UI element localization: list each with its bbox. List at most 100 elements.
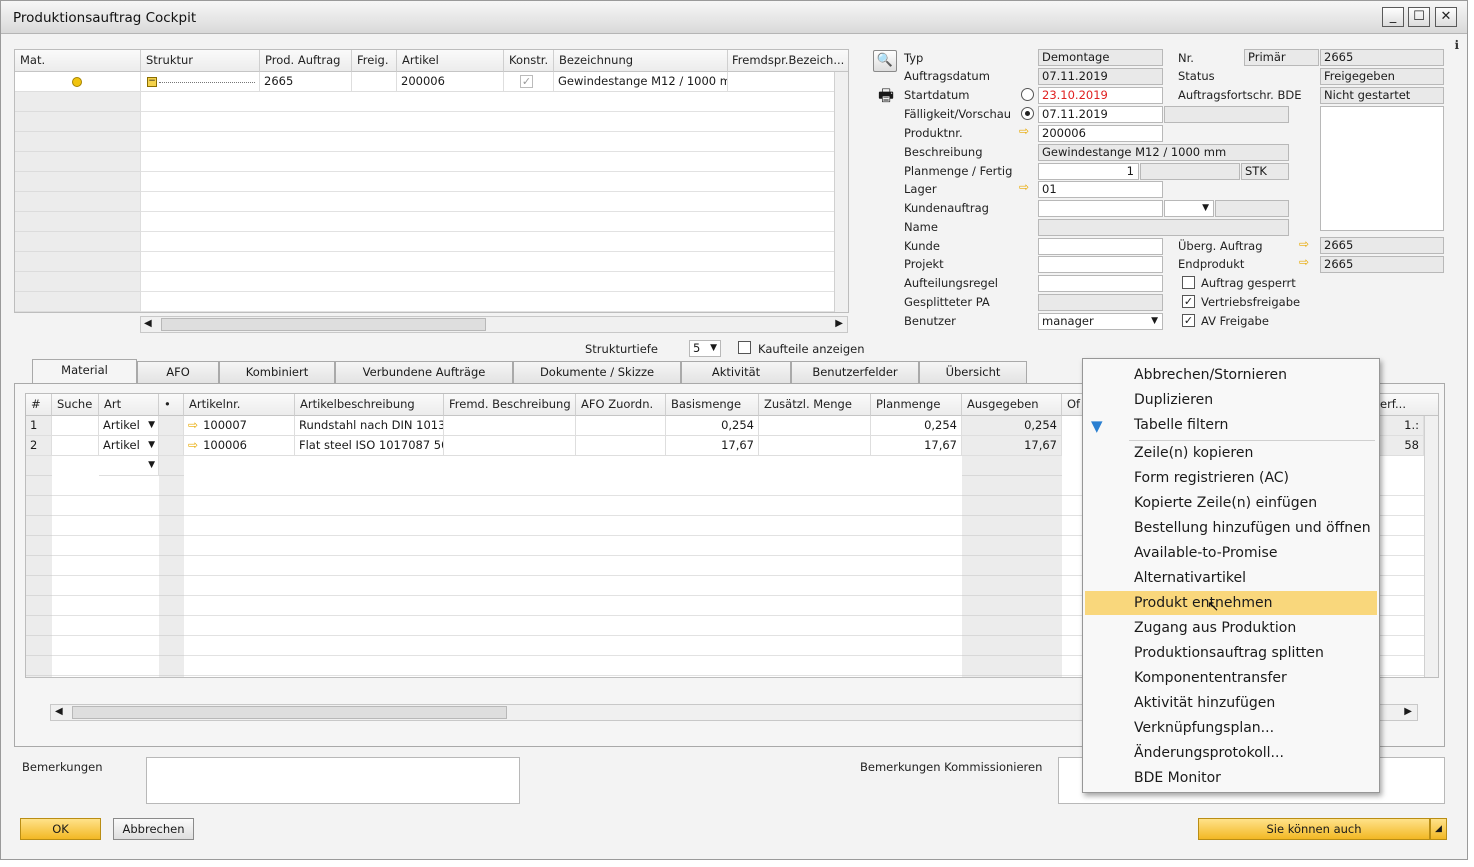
col-erf[interactable]: erf... <box>1378 394 1438 416</box>
auftrag-gesperrt-checkbox[interactable] <box>1182 276 1195 289</box>
menu-item-produkt-entnehmen[interactable]: Produkt entnehmen <box>1085 591 1377 615</box>
bezeichnung-cell[interactable]: Gewindestange M12 / 1000 mm <box>554 72 728 92</box>
col-dot[interactable]: • <box>159 394 184 416</box>
col-konstr[interactable]: Konstr. <box>504 50 554 72</box>
row2-erf[interactable]: 58 <box>1378 436 1424 456</box>
nr-series-field[interactable]: Primär <box>1244 49 1319 66</box>
menu-item-tabelle-filtern[interactable]: Tabelle filtern <box>1085 413 1377 437</box>
col-mat[interactable]: Mat. <box>15 50 141 72</box>
scroll-right-icon[interactable]: ▶ <box>1404 706 1412 717</box>
menu-item-produktionsauftrag-splitten[interactable]: Produktionsauftrag splitten <box>1085 641 1377 665</box>
menu-item-zeilen-kopieren[interactable]: Zeile(n) kopieren <box>1085 441 1377 465</box>
material-vscrollbar[interactable] <box>1424 416 1438 677</box>
sie-koennen-auch-button[interactable]: Sie können auch <box>1198 818 1430 840</box>
row1-zusaetzl[interactable] <box>759 416 871 436</box>
tab-kombiniert[interactable]: Kombiniert <box>219 361 335 383</box>
tab-afo[interactable]: AFO <box>137 361 219 383</box>
col-zusaetzl-menge[interactable]: Zusätzl. Menge <box>759 394 871 416</box>
preview-icon[interactable]: 🔍 <box>873 50 897 72</box>
lager-link-arrow-icon[interactable]: ⇨ <box>1019 180 1029 194</box>
row1-art[interactable]: Artikel ▼ <box>99 416 159 436</box>
kundenauftrag-extra-field[interactable] <box>1215 200 1289 217</box>
tab-dokumente[interactable]: Dokumente / Skizze <box>513 361 681 383</box>
scroll-left-icon[interactable]: ◀ <box>144 318 152 329</box>
konstr-cell[interactable]: ✓ <box>504 72 554 92</box>
close-button[interactable]: ✕ <box>1435 7 1457 27</box>
mat-cell[interactable] <box>15 72 141 92</box>
typ-field[interactable]: Demontage <box>1038 49 1163 66</box>
menu-item-alternativartikel[interactable]: Alternativartikel <box>1085 566 1377 590</box>
tab-benutzerfelder[interactable]: Benutzerfelder <box>791 361 919 383</box>
col-art[interactable]: Art <box>99 394 159 416</box>
tab-uebersicht[interactable]: Übersicht <box>919 361 1027 383</box>
col-afo-zuordn[interactable]: AFO Zuordn. <box>576 394 666 416</box>
struktur-cell[interactable]: − <box>141 72 260 92</box>
produktnr-field[interactable]: 200006 <box>1038 125 1163 142</box>
auftragsdatum-field[interactable]: 07.11.2019 <box>1038 68 1163 85</box>
menu-item-verknuepfungsplan[interactable]: Verknüpfungsplan... <box>1085 716 1377 740</box>
kundenauftrag-field[interactable] <box>1038 200 1163 217</box>
ueberg-field[interactable]: 2665 <box>1320 237 1444 254</box>
row2-beschreibung[interactable]: Flat steel ISO 1017087 50: <box>295 436 444 456</box>
menu-item-form-registrieren[interactable]: Form registrieren (AC) <box>1085 466 1377 490</box>
menu-item-zugang-aus-produktion[interactable]: Zugang aus Produktion <box>1085 616 1377 640</box>
scroll-left-icon[interactable]: ◀ <box>55 706 63 717</box>
projekt-field[interactable] <box>1038 256 1163 273</box>
col-prod-auftrag[interactable]: Prod. Auftrag <box>260 50 352 72</box>
kunde-field[interactable] <box>1038 238 1163 255</box>
menu-item-aenderungsprotokoll[interactable]: Änderungsprotokoll... <box>1085 741 1377 765</box>
row2-afo[interactable] <box>576 436 666 456</box>
link-arrow-icon[interactable]: ⇨ <box>188 438 198 452</box>
maximize-button[interactable]: ☐ <box>1408 7 1430 27</box>
fertig-field[interactable] <box>1140 163 1240 180</box>
row2-num[interactable]: 2 <box>26 436 52 456</box>
row1-basismenge[interactable]: 0,254 <box>666 416 759 436</box>
col-fremd-beschreibung[interactable]: Fremd. Beschreibung <box>444 394 576 416</box>
row1-suche[interactable] <box>52 416 99 436</box>
kaufteile-checkbox[interactable] <box>738 341 751 354</box>
menu-item-kopierte-zeilen-einfuegen[interactable]: Kopierte Zeile(n) einfügen <box>1085 491 1377 515</box>
kundenauftrag-select[interactable]: ▼ <box>1164 200 1214 217</box>
scroll-thumb[interactable] <box>72 706 507 719</box>
info-icon[interactable]: ℹ <box>1454 38 1459 52</box>
menu-item-available-to-promise[interactable]: Available-to-Promise <box>1085 541 1377 565</box>
planmenge-field[interactable]: 1 <box>1038 163 1139 180</box>
print-icon[interactable]: 🖶 <box>873 85 899 109</box>
ok-button[interactable]: OK <box>20 818 101 840</box>
status-field[interactable]: Freigegeben <box>1320 68 1444 85</box>
tab-verbundene-auftraege[interactable]: Verbundene Aufträge <box>335 361 513 383</box>
menu-item-abbrechen-stornieren[interactable]: Abbrechen/Stornieren <box>1085 363 1377 387</box>
lager-field[interactable]: 01 <box>1038 181 1163 198</box>
bde-field[interactable]: Nicht gestartet <box>1320 87 1444 104</box>
produktnr-link-arrow-icon[interactable]: ⇨ <box>1019 124 1029 138</box>
row1-beschreibung[interactable]: Rundstahl nach DIN 1013 <box>295 416 444 436</box>
structure-hscrollbar[interactable]: ◀ ▶ <box>140 316 848 333</box>
row1-erf[interactable]: 1.: <box>1378 416 1424 436</box>
row1-fremd[interactable] <box>444 416 576 436</box>
tab-aktivitaet[interactable]: Aktivität <box>681 361 791 383</box>
row2-planmenge[interactable]: 17,67 <box>871 436 962 456</box>
faelligkeit-extra-field[interactable] <box>1164 106 1289 123</box>
menu-item-komponententransfer[interactable]: Komponententransfer <box>1085 666 1377 690</box>
startdatum-radio[interactable] <box>1021 88 1034 101</box>
ueberg-link-arrow-icon[interactable]: ⇨ <box>1299 237 1309 251</box>
menu-item-aktivitaet-hinzufuegen[interactable]: Aktivität hinzufügen <box>1085 691 1377 715</box>
bemerkungen-textarea[interactable] <box>146 757 520 804</box>
faelligkeit-field[interactable]: 07.11.2019 <box>1038 106 1163 123</box>
row2-zusaetzl[interactable] <box>759 436 871 456</box>
vertriebsfreigabe-checkbox[interactable]: ✓ <box>1182 295 1195 308</box>
prod-auftrag-cell[interactable]: 2665 <box>260 72 352 92</box>
menu-item-bestellung-hinzufuegen[interactable]: Bestellung hinzufügen und öffnen <box>1085 516 1377 540</box>
row2-ausgegeben[interactable]: 17,67 <box>962 436 1062 456</box>
fremdspr-cell[interactable] <box>728 72 848 92</box>
row2-artikelnr[interactable]: ⇨ 100006 <box>184 436 295 456</box>
row1-artikelnr[interactable]: ⇨ 100007 <box>184 416 295 436</box>
row1-ausgegeben[interactable]: 0,254 <box>962 416 1062 436</box>
benutzer-select[interactable]: manager ▼ <box>1038 313 1163 330</box>
strukturtiefe-select[interactable]: 5 ▼ <box>689 340 721 357</box>
row1-planmenge[interactable]: 0,254 <box>871 416 962 436</box>
col-bezeichnung[interactable]: Bezeichnung <box>554 50 728 72</box>
konstr-checkbox[interactable]: ✓ <box>520 75 533 88</box>
col-artikel[interactable]: Artikel <box>397 50 504 72</box>
cancel-button[interactable]: Abbrechen <box>113 818 194 840</box>
